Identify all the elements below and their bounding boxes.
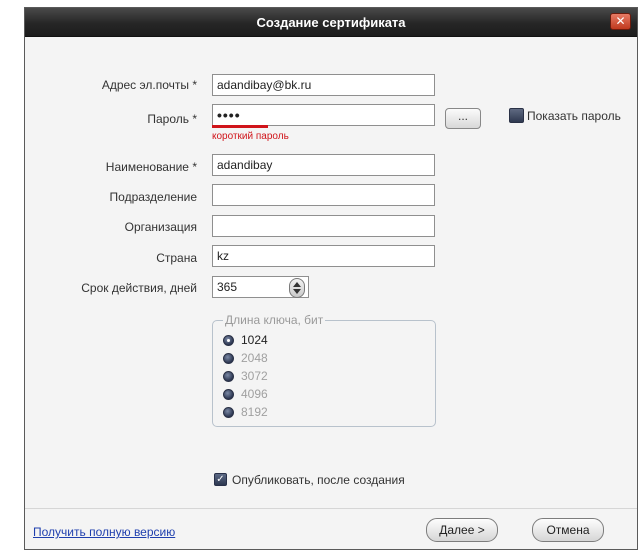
check-icon: ✓ [216,474,225,485]
footer-divider [25,508,637,509]
dialog-title: Создание сертификата [256,15,406,30]
password-hint: короткий пароль [212,131,289,142]
show-password-toggle[interactable] [509,108,524,123]
title-bar[interactable]: Создание сертификата ✕ [25,8,637,37]
radio-8192[interactable] [223,407,234,418]
radio-4096[interactable] [223,389,234,400]
close-icon: ✕ [615,14,626,28]
cancel-button[interactable]: Отмена [532,518,604,542]
close-button[interactable]: ✕ [610,13,631,30]
certificate-dialog: Создание сертификата ✕ Адрес эл.почты * … [24,7,638,550]
password-generate-button[interactable]: ... [445,108,481,129]
spin-up-icon[interactable] [293,282,301,287]
next-button[interactable]: Далее > [426,518,498,542]
organization-field[interactable] [212,215,435,237]
organization-label: Организация [124,220,197,234]
radio-label-3072: 3072 [241,369,268,383]
full-version-link[interactable]: Получить полную версию [33,525,175,539]
name-label: Наименование * [105,160,197,174]
radio-label-2048: 2048 [241,351,268,365]
radio-3072[interactable] [223,371,234,382]
radio-1024[interactable] [223,335,234,346]
publish-checkbox[interactable]: ✓ [214,473,227,486]
show-password-label: Показать пароль [527,109,621,123]
department-label: Подразделение [109,190,197,204]
password-field[interactable]: •••• [212,104,435,126]
validity-label: Срок действия, дней [81,281,197,295]
key-length-title: Длина ключа, бит [223,313,326,327]
radio-label-1024: 1024 [241,333,268,347]
country-field[interactable]: kz [212,245,435,267]
email-field[interactable]: adandibay@bk.ru [212,74,435,96]
email-label: Адрес эл.почты * [101,78,197,92]
password-strength-bar [212,125,268,128]
name-field[interactable]: adandibay [212,154,435,176]
publish-label: Опубликовать, после создания [232,473,405,487]
radio-label-4096: 4096 [241,387,268,401]
spin-down-icon[interactable] [293,289,301,294]
password-label: Пароль * [147,112,197,126]
validity-stepper[interactable] [289,278,305,298]
radio-label-8192: 8192 [241,405,268,419]
department-field[interactable] [212,184,435,206]
radio-2048[interactable] [223,353,234,364]
country-label: Страна [156,251,197,265]
key-length-group: Длина ключа, бит 1024 2048 3072 4096 819… [212,313,436,427]
